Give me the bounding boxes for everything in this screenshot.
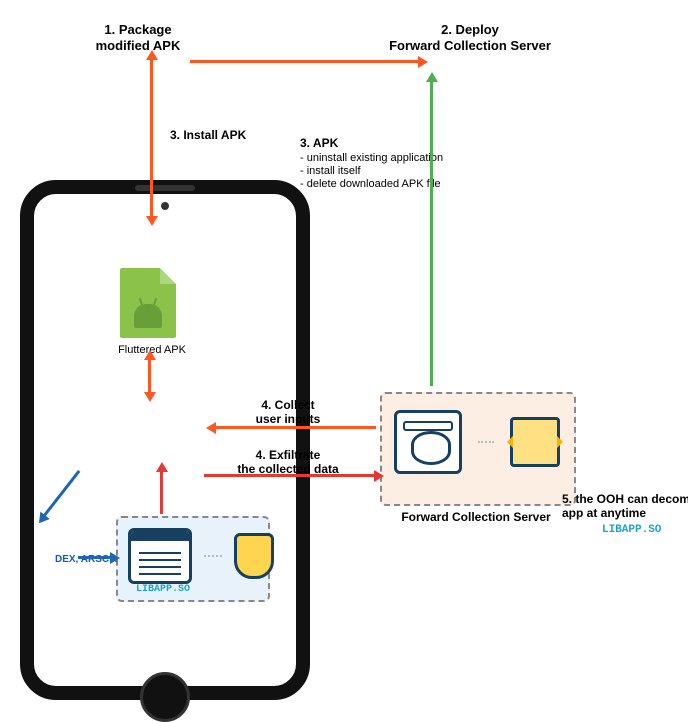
- phone-home-button: [140, 672, 190, 722]
- apk-icon: [120, 268, 176, 338]
- libapp-box: LIBAPP.SO: [116, 516, 270, 602]
- binary-window-icon: [128, 528, 192, 584]
- libapp-label: LIBAPP.SO: [136, 584, 190, 596]
- phone-device: [20, 180, 310, 700]
- step3a-label: 3. Install APK: [170, 128, 246, 142]
- server-box: [380, 392, 576, 506]
- step3b-lines: - uninstall existing application - insta…: [300, 152, 443, 192]
- server-contents: [394, 410, 560, 474]
- step1-label: 1. Package modified APK: [96, 22, 181, 53]
- server-icon: [394, 410, 462, 474]
- decompile-icon: [510, 417, 560, 467]
- phone-speaker: [135, 185, 195, 191]
- step2-label: 2. Deploy Forward Collection Server: [389, 22, 551, 53]
- shield-icon: [234, 533, 274, 579]
- apk-file-icon: [120, 268, 176, 338]
- android-icon: [134, 304, 162, 328]
- step5-label: 5. the OOH can decompile app at anytime: [562, 492, 688, 521]
- step5-libapp: LIBAPP.SO: [602, 524, 661, 537]
- step4a-label: 4. Collect user inputs: [256, 398, 321, 427]
- server-caption: Forward Collection Server: [401, 510, 550, 524]
- step4b-label: 4. Exfiltrate the collected data: [237, 448, 338, 477]
- step3b-header: 3. APK: [300, 136, 338, 150]
- libapp-contents: [128, 528, 274, 584]
- phone-camera: [161, 202, 169, 210]
